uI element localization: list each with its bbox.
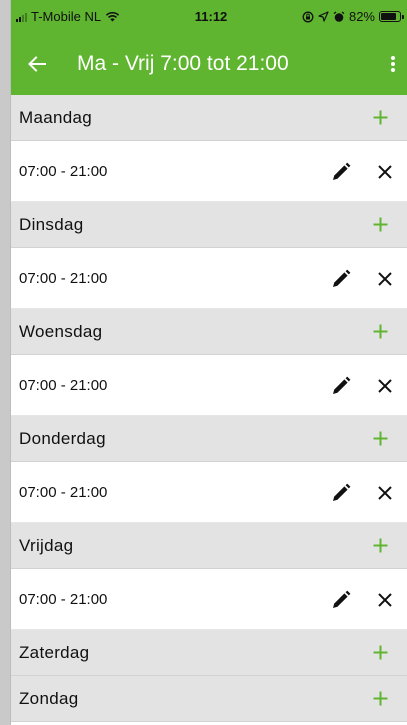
plus-icon	[373, 110, 387, 125]
page-title: Ma - Vrij 7:00 tot 21:00	[77, 52, 289, 75]
more-vertical-icon	[391, 56, 395, 72]
status-right: 82%	[302, 9, 404, 24]
status-bar: T-Mobile NL 11:12 82%	[11, 0, 407, 33]
phone-screen: T-Mobile NL 11:12 82% Ma - Vrij 7:00 tot…	[10, 0, 407, 725]
status-time: 11:12	[194, 9, 228, 24]
carrier-label: T-Mobile NL	[31, 9, 102, 24]
time-slot-label: 07:00 - 21:00	[19, 483, 108, 501]
edit-slot-button[interactable]	[329, 588, 353, 612]
pencil-icon	[333, 162, 351, 180]
close-icon	[378, 486, 392, 500]
battery-percent: 82%	[348, 9, 375, 24]
add-slot-button[interactable]	[369, 214, 391, 236]
edit-slot-button[interactable]	[329, 374, 353, 398]
app-bar: Ma - Vrij 7:00 tot 21:00	[11, 33, 407, 95]
add-slot-button[interactable]	[369, 535, 391, 557]
day-name: Zondag	[19, 688, 79, 708]
add-slot-button[interactable]	[369, 688, 391, 710]
day-name: Vrijdag	[19, 535, 74, 555]
plus-icon	[373, 691, 387, 706]
close-icon	[378, 379, 392, 393]
day-header-zaterdag: Zaterdag	[11, 630, 407, 676]
day-header-maandag: Maandag	[11, 95, 407, 141]
edit-slot-button[interactable]	[329, 267, 353, 291]
day-header-donderdag: Donderdag	[11, 416, 407, 462]
schedule-list: Maandag 07:00 - 21:00 Dinsdag 07:00 - 21…	[11, 95, 407, 722]
day-header-woensdag: Woensdag	[11, 309, 407, 355]
edit-slot-button[interactable]	[329, 481, 353, 505]
battery-level	[381, 13, 396, 20]
location-icon	[318, 11, 329, 22]
day-name: Maandag	[19, 107, 92, 127]
time-slot-label: 07:00 - 21:00	[19, 162, 108, 180]
wifi-icon	[105, 11, 120, 22]
add-slot-button[interactable]	[369, 642, 391, 664]
delete-slot-button[interactable]	[373, 588, 397, 612]
plus-icon	[373, 538, 387, 553]
pencil-icon	[333, 269, 351, 287]
plus-icon	[373, 431, 387, 446]
close-icon	[378, 593, 392, 607]
plus-icon	[373, 324, 387, 339]
screen-lock-icon	[302, 11, 314, 22]
close-icon	[378, 272, 392, 286]
day-header-vrijdag: Vrijdag	[11, 523, 407, 569]
signal-icon	[16, 12, 27, 22]
plus-icon	[373, 217, 387, 232]
delete-slot-button[interactable]	[373, 160, 397, 184]
time-slot-label: 07:00 - 21:00	[19, 590, 108, 608]
back-button[interactable]	[15, 42, 59, 86]
add-slot-button[interactable]	[369, 321, 391, 343]
day-name: Woensdag	[19, 321, 103, 341]
delete-slot-button[interactable]	[373, 481, 397, 505]
pencil-icon	[333, 376, 351, 394]
overflow-menu-button[interactable]	[381, 42, 405, 86]
day-header-zondag: Zondag	[11, 676, 407, 722]
time-slot-row: 07:00 - 21:00	[11, 248, 407, 309]
close-icon	[378, 165, 392, 179]
edit-slot-button[interactable]	[329, 160, 353, 184]
plus-icon	[373, 645, 387, 660]
delete-slot-button[interactable]	[373, 374, 397, 398]
time-slot-row: 07:00 - 21:00	[11, 355, 407, 416]
day-name: Dinsdag	[19, 214, 84, 234]
pencil-icon	[333, 483, 351, 501]
add-slot-button[interactable]	[369, 107, 391, 129]
pencil-icon	[333, 590, 351, 608]
add-slot-button[interactable]	[369, 428, 391, 450]
status-left: T-Mobile NL	[16, 9, 120, 24]
arrow-left-icon	[28, 56, 46, 72]
battery-icon	[379, 11, 404, 22]
day-header-dinsdag: Dinsdag	[11, 202, 407, 248]
alarm-icon	[333, 10, 345, 22]
time-slot-label: 07:00 - 21:00	[19, 269, 108, 287]
time-slot-row: 07:00 - 21:00	[11, 569, 407, 630]
day-name: Donderdag	[19, 428, 106, 448]
time-slot-row: 07:00 - 21:00	[11, 141, 407, 202]
time-slot-label: 07:00 - 21:00	[19, 376, 108, 394]
time-slot-row: 07:00 - 21:00	[11, 462, 407, 523]
delete-slot-button[interactable]	[373, 267, 397, 291]
day-name: Zaterdag	[19, 642, 90, 662]
